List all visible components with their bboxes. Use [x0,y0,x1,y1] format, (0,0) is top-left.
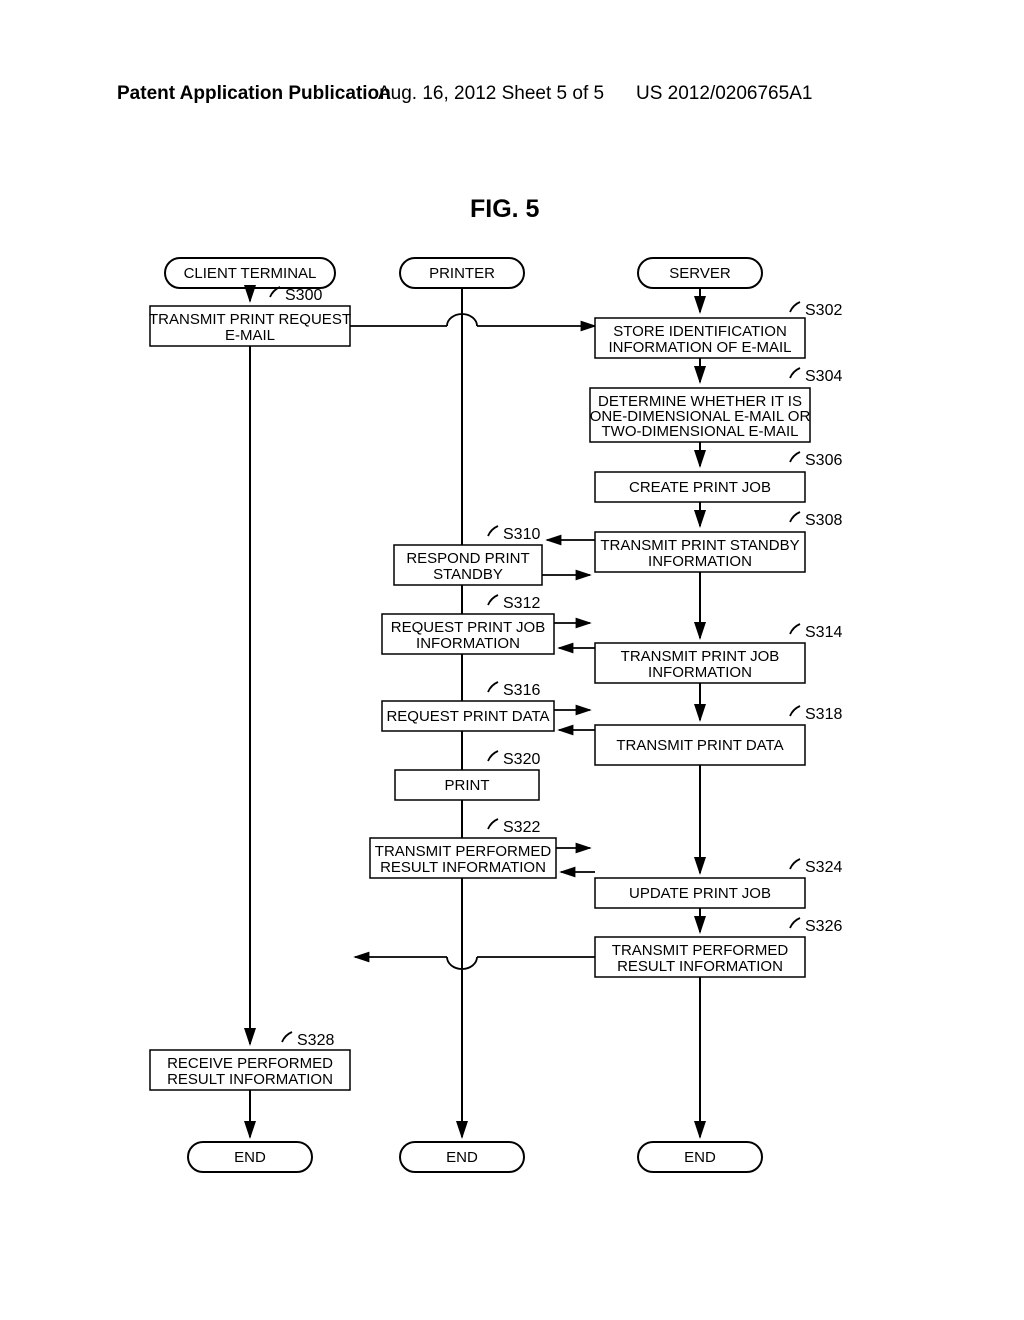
step-s322-tag: S322 [503,819,540,836]
step-s314-t1: TRANSMIT PRINT JOB [621,648,780,665]
step-s326-t2: RESULT INFORMATION [617,958,783,975]
terminal-end-client-label: END [234,1149,266,1166]
step-s324-t1: UPDATE PRINT JOB [629,885,771,902]
step-s316-t1: REQUEST PRINT DATA [386,708,549,725]
step-s302-t2: INFORMATION OF E-MAIL [608,339,791,356]
step-s322-t2: RESULT INFORMATION [380,859,546,876]
step-s312-t2: INFORMATION [416,635,520,652]
terminal-client-label: CLIENT TERMINAL [184,265,317,282]
step-s322-t1: TRANSMIT PERFORMED [375,843,552,860]
step-s306-t1: CREATE PRINT JOB [629,479,771,496]
step-s324-tag: S324 [805,859,842,876]
step-s310-t2: STANDBY [433,566,503,583]
step-s304-tag: S304 [805,368,842,385]
step-s316-tag: S316 [503,682,540,699]
step-s310-t1: RESPOND PRINT [406,550,529,567]
step-s326-tag: S326 [805,918,842,935]
terminal-printer-label: PRINTER [429,265,495,282]
step-s326-t1: TRANSMIT PERFORMED [612,942,789,959]
step-s328-tag: S328 [297,1032,334,1049]
step-s318-t1: TRANSMIT PRINT DATA [616,737,783,754]
step-s314-tag: S314 [805,624,842,641]
step-s314-t2: INFORMATION [648,664,752,681]
step-s308-tag: S308 [805,512,842,529]
step-s304-t3: TWO-DIMENSIONAL E-MAIL [602,423,799,440]
step-s328-t1: RECEIVE PERFORMED [167,1055,333,1072]
flowchart-svg: CLIENT TERMINAL PRINTER SERVER S300 TRAN… [0,0,1024,1320]
step-s306-tag: S306 [805,452,842,469]
step-s328-t2: RESULT INFORMATION [167,1071,333,1088]
step-s320-tag: S320 [503,751,540,768]
step-s318-tag: S318 [805,706,842,723]
step-s300-t1: TRANSMIT PRINT REQUEST [149,311,351,328]
step-s302-t1: STORE IDENTIFICATION [613,323,787,340]
step-s302-tag: S302 [805,302,842,319]
step-s312-tag: S312 [503,595,540,612]
step-s308-t1: TRANSMIT PRINT STANDBY [600,537,799,554]
step-s300-t2: E-MAIL [225,327,275,344]
step-s320-t1: PRINT [445,777,490,794]
terminal-server-label: SERVER [669,265,731,282]
terminal-end-server-label: END [684,1149,716,1166]
step-s308-t2: INFORMATION [648,553,752,570]
step-s300-tag: S300 [285,287,322,304]
step-s312-t1: REQUEST PRINT JOB [391,619,545,636]
step-s310-tag: S310 [503,526,540,543]
terminal-end-printer-label: END [446,1149,478,1166]
